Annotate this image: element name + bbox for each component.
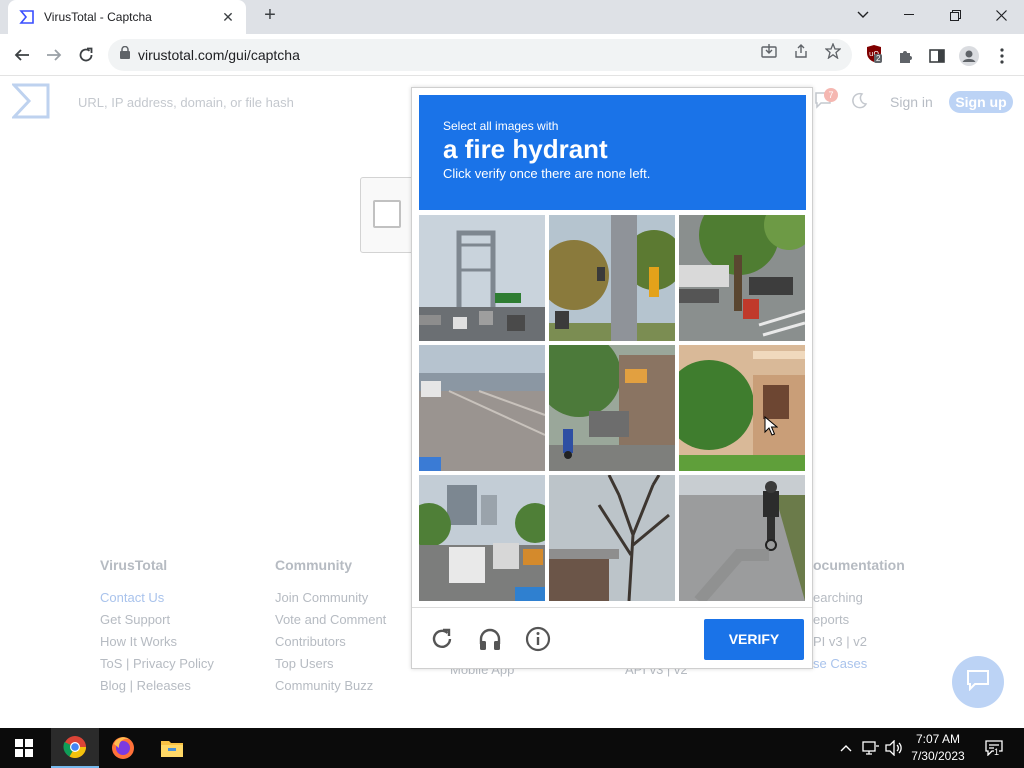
show-hidden-icons-chevron-icon[interactable] bbox=[836, 738, 856, 758]
verify-button[interactable]: VERIFY bbox=[704, 619, 804, 660]
network-icon[interactable] bbox=[861, 738, 881, 758]
close-window-icon[interactable] bbox=[978, 0, 1024, 30]
challenge-instruction: Click verify once there are none left. bbox=[443, 166, 651, 181]
recaptcha-checkbox[interactable] bbox=[373, 200, 401, 228]
challenge-footer: VERIFY bbox=[412, 607, 812, 669]
dark-mode-moon-icon[interactable] bbox=[850, 92, 868, 113]
footer-link-buzz[interactable]: Community Buzz bbox=[275, 675, 386, 697]
bookmark-star-icon[interactable] bbox=[824, 42, 842, 60]
clock-date: 7/30/2023 bbox=[911, 749, 965, 763]
ublock-extension-icon[interactable]: uO 2 bbox=[864, 44, 884, 64]
footer-link-top-users[interactable]: Top Users bbox=[275, 653, 386, 675]
tab-title: VirusTotal - Captcha bbox=[44, 10, 152, 24]
firefox-taskbar-icon[interactable] bbox=[99, 728, 147, 768]
new-tab-button[interactable]: + bbox=[258, 4, 282, 28]
tab-close-icon[interactable]: ✕ bbox=[220, 9, 236, 26]
notification-count-badge: 1 bbox=[994, 747, 1000, 757]
restore-window-icon[interactable] bbox=[932, 0, 978, 30]
windows-start-icon[interactable] bbox=[0, 728, 48, 768]
footer-link-blog[interactable]: Blog | Releases bbox=[100, 675, 214, 697]
footer-link-reports[interactable]: eports bbox=[813, 609, 905, 631]
chat-button[interactable] bbox=[952, 656, 1004, 708]
reload-icon[interactable] bbox=[74, 43, 98, 67]
captcha-tile-street-motorbike[interactable] bbox=[549, 345, 675, 471]
audio-challenge-headphones-icon[interactable] bbox=[476, 625, 504, 653]
footer-link-searching[interactable]: earching bbox=[813, 587, 905, 609]
reload-challenge-icon[interactable] bbox=[428, 625, 456, 653]
browser-toolbar: virustotal.com/gui/captcha uO 2 bbox=[0, 34, 1024, 76]
forward-arrow-icon[interactable] bbox=[42, 43, 66, 67]
help-info-icon[interactable] bbox=[524, 625, 552, 653]
footer-link-join[interactable]: Join Community bbox=[275, 587, 386, 609]
system-clock[interactable]: 7:07 AM 7/30/2023 bbox=[905, 731, 971, 765]
chrome-menu-icon[interactable] bbox=[992, 46, 1012, 66]
minimize-window-icon[interactable] bbox=[886, 0, 932, 30]
install-app-icon[interactable] bbox=[760, 42, 778, 60]
captcha-tile-bare-tree[interactable] bbox=[549, 475, 675, 601]
action-center-notifications-icon[interactable]: 1 bbox=[982, 738, 1006, 758]
captcha-tile-highway[interactable] bbox=[419, 345, 545, 471]
footer-column-community: Community Join Community Vote and Commen… bbox=[275, 557, 386, 697]
share-icon[interactable] bbox=[792, 42, 810, 60]
extension-badge: 2 bbox=[874, 54, 883, 63]
windows-taskbar: 7:07 AM 7/30/2023 1 bbox=[0, 728, 1024, 768]
profile-avatar-icon[interactable] bbox=[959, 46, 979, 66]
captcha-tile-cyclist-road[interactable] bbox=[679, 475, 805, 601]
footer-heading: VirusTotal bbox=[100, 557, 168, 573]
browser-tab-strip: VirusTotal - Captcha ✕ + bbox=[0, 0, 1024, 34]
footer-link-tos[interactable]: ToS | Privacy Policy bbox=[100, 653, 214, 675]
tab-search-chevron-icon[interactable] bbox=[840, 0, 886, 30]
footer-link-support[interactable]: Get Support bbox=[100, 609, 214, 631]
footer-link-vote[interactable]: Vote and Comment bbox=[275, 609, 386, 631]
clock-time: 7:07 AM bbox=[915, 732, 961, 746]
footer-column-documentation: ocumentation earching eports PI v3 | v2 … bbox=[813, 557, 905, 675]
captcha-tile-house-plants[interactable] bbox=[679, 345, 805, 471]
virustotal-logo-icon[interactable] bbox=[10, 83, 50, 119]
footer-heading: ocumentation bbox=[813, 557, 905, 573]
challenge-target: a fire hydrant bbox=[443, 134, 608, 164]
virustotal-favicon-icon bbox=[18, 8, 36, 26]
sign-up-button[interactable]: Sign up bbox=[949, 91, 1013, 113]
volume-icon[interactable] bbox=[884, 738, 904, 758]
captcha-tile-traffic-light-pole[interactable] bbox=[549, 215, 675, 341]
back-arrow-icon[interactable] bbox=[10, 43, 34, 67]
footer-link-contributors[interactable]: Contributors bbox=[275, 631, 386, 653]
challenge-prompt: Select all images with bbox=[443, 119, 559, 133]
footer-link-contact[interactable]: Contact Us bbox=[100, 587, 214, 609]
recaptcha-challenge: Select all images with a fire hydrant Cl… bbox=[411, 87, 813, 669]
footer-column-virustotal: VirusTotal Contact Us Get Support How It… bbox=[100, 557, 214, 697]
challenge-header: Select all images with a fire hydrant Cl… bbox=[419, 95, 806, 210]
recaptcha-checkbox-card bbox=[360, 177, 414, 253]
chrome-taskbar-icon[interactable] bbox=[51, 728, 99, 768]
notification-badge: 7 bbox=[824, 88, 838, 102]
mouse-cursor-icon bbox=[764, 415, 779, 436]
captcha-tile-bridge-traffic[interactable] bbox=[419, 215, 545, 341]
url-text: virustotal.com/gui/captcha bbox=[138, 47, 300, 63]
vt-search-input[interactable]: URL, IP address, domain, or file hash bbox=[78, 95, 294, 110]
footer-link-how-it-works[interactable]: How It Works bbox=[100, 631, 214, 653]
address-bar[interactable]: virustotal.com/gui/captcha bbox=[108, 39, 852, 71]
captcha-tile-parked-scooters[interactable] bbox=[679, 215, 805, 341]
file-explorer-taskbar-icon[interactable] bbox=[148, 728, 196, 768]
side-panel-icon[interactable] bbox=[927, 46, 947, 66]
footer-link-api-docs[interactable]: PI v3 | v2 bbox=[813, 631, 905, 653]
footer-heading: Community bbox=[275, 557, 352, 573]
captcha-tile-city-traffic[interactable] bbox=[419, 475, 545, 601]
browser-tab-active[interactable]: VirusTotal - Captcha ✕ bbox=[8, 0, 246, 34]
footer-link-use-cases[interactable]: se Cases bbox=[813, 653, 905, 675]
lock-icon bbox=[120, 45, 130, 64]
chat-bubble-icon bbox=[966, 669, 990, 696]
extensions-puzzle-icon[interactable] bbox=[896, 46, 916, 66]
sign-in-link[interactable]: Sign in bbox=[890, 94, 933, 110]
